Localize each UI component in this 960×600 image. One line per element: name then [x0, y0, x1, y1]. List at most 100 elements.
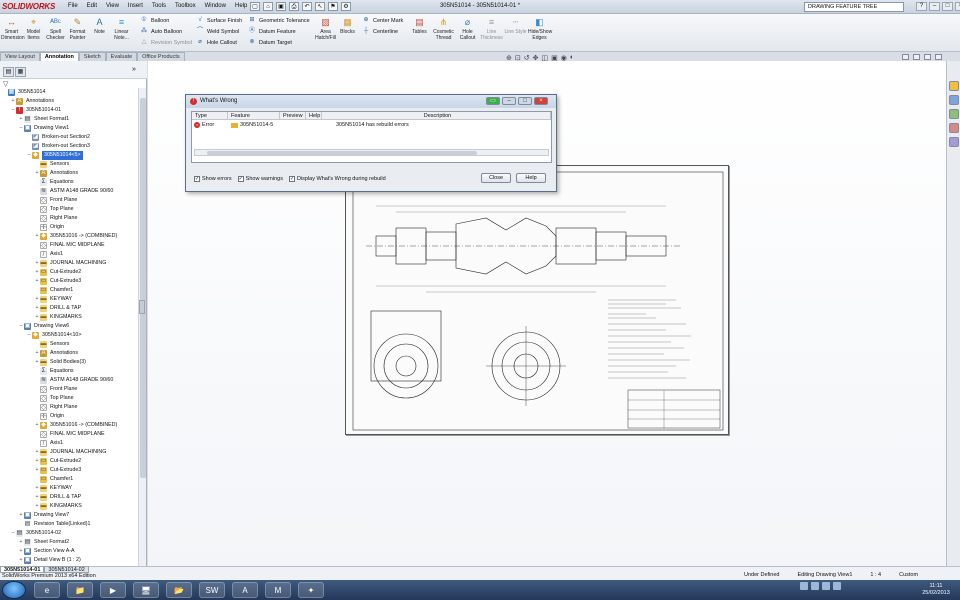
tree-item[interactable]: + ▤ Sheet Format1: [0, 115, 138, 124]
dialog-close-icon[interactable]: ×: [534, 97, 548, 105]
feature-tree-tab-icon[interactable]: ▤: [3, 67, 14, 77]
tree-item[interactable]: + ▬ JOURNAL MACHINING: [0, 259, 138, 268]
hide-show-items-icon[interactable]: ◉: [561, 54, 567, 62]
tool-balloon[interactable]: ① Balloon: [140, 17, 169, 24]
tree-item[interactable]: ◇ Front Plane: [0, 196, 138, 205]
tree-item[interactable]: + ▭ Cut-Extrude2: [0, 268, 138, 277]
column-header-help[interactable]: Help: [306, 112, 322, 119]
doc-restore-icon[interactable]: [913, 54, 920, 60]
tool-line-thickness[interactable]: ≡ Line Thickness: [480, 16, 503, 41]
help-icon[interactable]: ?: [916, 2, 927, 11]
tray-network-icon[interactable]: [800, 582, 808, 590]
tab-view-layout[interactable]: View Layout: [0, 52, 40, 61]
tree-item[interactable]: + ▬ DRILL & TAP: [0, 493, 138, 502]
tree-item[interactable]: + ▬ KEYWAY: [0, 484, 138, 493]
sheet-tab-305n51014-02[interactable]: 305N51014-02: [44, 566, 89, 573]
zoom-to-fit-icon[interactable]: ⊕: [506, 54, 512, 62]
tree-item[interactable]: ▬ Sensors: [0, 340, 138, 349]
tree-item[interactable]: + ▬ KINGMARKS: [0, 313, 138, 322]
tool-note[interactable]: A Note: [89, 16, 110, 36]
tool-spell-checker[interactable]: ᴬᴮᶜ Spell Checker: [45, 16, 66, 41]
tab-annotation[interactable]: Annotation: [39, 52, 79, 61]
maximize-icon[interactable]: □: [942, 2, 953, 11]
tree-item[interactable]: ▦ 305N51014: [0, 88, 138, 97]
tree-item[interactable]: ✛ Origin: [0, 223, 138, 232]
minimize-icon[interactable]: –: [929, 2, 940, 11]
tab-evaluate[interactable]: Evaluate: [105, 52, 138, 61]
view-orientation-icon[interactable]: ◫: [542, 54, 549, 62]
tree-item[interactable]: – ▣ Drawing View1: [0, 124, 138, 133]
tree-item[interactable]: + ▭ Cut-Extrude2: [0, 457, 138, 466]
tool-hide-show-edges[interactable]: ◧ Hide/Show Edges: [528, 16, 552, 41]
computer-icon[interactable]: 🖥: [133, 582, 159, 598]
sheet-tab-305n51014-01[interactable]: 305N51014-01: [0, 566, 45, 573]
tree-item[interactable]: / Axis1: [0, 250, 138, 259]
table-scrollbar-thumb[interactable]: [207, 151, 477, 155]
tool-surface-finish[interactable]: √ Surface Finish: [196, 17, 242, 24]
close-button[interactable]: Close: [481, 173, 511, 183]
tree-item[interactable]: – ◆ 305N51014<10>: [0, 331, 138, 340]
filter-icon[interactable]: ▽: [3, 80, 8, 88]
tree-item[interactable]: ◪ Broken-out Section3: [0, 142, 138, 151]
tree-item[interactable]: ✛ Origin: [0, 412, 138, 421]
tree-item[interactable]: + A Annotations: [0, 349, 138, 358]
tab-sketch[interactable]: Sketch: [78, 52, 106, 61]
status-units[interactable]: Custom: [899, 572, 918, 578]
app-icon[interactable]: ✦: [298, 582, 324, 598]
tree-scrollbar-thumb[interactable]: [140, 98, 146, 478]
tool-hole-callout[interactable]: ⌀ Hole Callout: [196, 39, 237, 46]
tray-volume-icon[interactable]: [811, 582, 819, 590]
tree-item[interactable]: + ▭ Cut-Extrude3: [0, 466, 138, 475]
design-library-icon[interactable]: [949, 95, 959, 105]
help-button[interactable]: Help: [516, 173, 546, 183]
tree-item[interactable]: + ▣ Section View A-A: [0, 547, 138, 556]
tree-item[interactable]: + A Annotations: [0, 97, 138, 106]
mcafee-icon[interactable]: M: [265, 582, 291, 598]
tool-tables[interactable]: ▤ Tables: [408, 16, 431, 36]
tool-weld-symbol[interactable]: ⌒ Weld Symbol: [196, 28, 239, 35]
tray-flag-icon[interactable]: [822, 582, 830, 590]
panel-splitter-handle[interactable]: [139, 300, 145, 314]
tree-item[interactable]: + ▬ DRILL & TAP: [0, 304, 138, 313]
tree-item[interactable]: + ▬ JOURNAL MACHINING: [0, 448, 138, 457]
tree-item[interactable]: + ▬ KINGMARKS: [0, 502, 138, 511]
tree-item[interactable]: ◇ Right Plane: [0, 403, 138, 412]
tree-item[interactable]: + ▣ Detail View B (1 : 2): [0, 556, 138, 565]
tree-item[interactable]: ◇ Right Plane: [0, 214, 138, 223]
property-manager-tab-icon[interactable]: ▦: [15, 67, 26, 77]
expand-panel-icon[interactable]: »: [132, 66, 136, 73]
search-input[interactable]: DRAWING FEATURE TREE: [804, 2, 904, 12]
tool-revision-symbol[interactable]: △ Revision Symbol: [140, 39, 192, 46]
tool-model-items[interactable]: ⌖ Model Items: [23, 16, 44, 41]
tree-item[interactable]: + ◆ 305N51016 -> (COMBINED): [0, 232, 138, 241]
tree-item[interactable]: – ◆ 305N51014<5>: [0, 151, 138, 160]
file-explorer-icon[interactable]: [949, 109, 959, 119]
tray-power-icon[interactable]: [833, 582, 841, 590]
tree-item[interactable]: + ▬ KEYWAY: [0, 295, 138, 304]
start-button[interactable]: [2, 581, 26, 599]
option-show-warnings[interactable]: ✓ Show warnings: [237, 176, 283, 182]
tree-item[interactable]: – ▣ Drawing View6: [0, 322, 138, 331]
tree-item[interactable]: ≋ ASTM A148 GRADE 90/60: [0, 376, 138, 385]
tool-geometric-tolerance[interactable]: ⊞ Geometric Tolerance: [248, 17, 309, 24]
dialog-minimize-icon[interactable]: –: [502, 97, 516, 105]
view-palette-icon[interactable]: [949, 123, 959, 133]
tool-center-mark[interactable]: ⊕ Center Mark: [362, 17, 403, 24]
table-row[interactable]: × Error 305N51014-5 305N51014 has rebuil…: [192, 121, 551, 129]
column-header-feature[interactable]: Feature: [228, 112, 280, 119]
autocad-icon[interactable]: A: [232, 582, 258, 598]
tool-datum-target[interactable]: ⊗ Datum Target: [248, 39, 291, 46]
option-display-what-s-wrong-during-rebuild[interactable]: ✓ Display What's Wrong during rebuild: [288, 176, 386, 182]
option-show-errors[interactable]: ✓ Show errors: [194, 176, 232, 182]
column-header-description[interactable]: Description: [322, 112, 551, 119]
tree-item[interactable]: + ▤ Sheet Format2: [0, 538, 138, 547]
close-icon[interactable]: ×: [955, 2, 960, 11]
dialog-maximize-icon[interactable]: □: [518, 97, 532, 105]
tree-item[interactable]: ◇ FINAL M/C MIDPLANE: [0, 430, 138, 439]
tree-item[interactable]: ▤ Revision Table(Linked)1: [0, 520, 138, 529]
tree-item[interactable]: ≋ ASTM A148 GRADE 90/60: [0, 187, 138, 196]
column-header-preview[interactable]: Preview: [280, 112, 306, 119]
tool-smart-dimension[interactable]: ↔ Smart Dimension: [1, 16, 25, 41]
tree-item[interactable]: ◇ Top Plane: [0, 205, 138, 214]
internet-explorer-icon[interactable]: e: [34, 582, 60, 598]
